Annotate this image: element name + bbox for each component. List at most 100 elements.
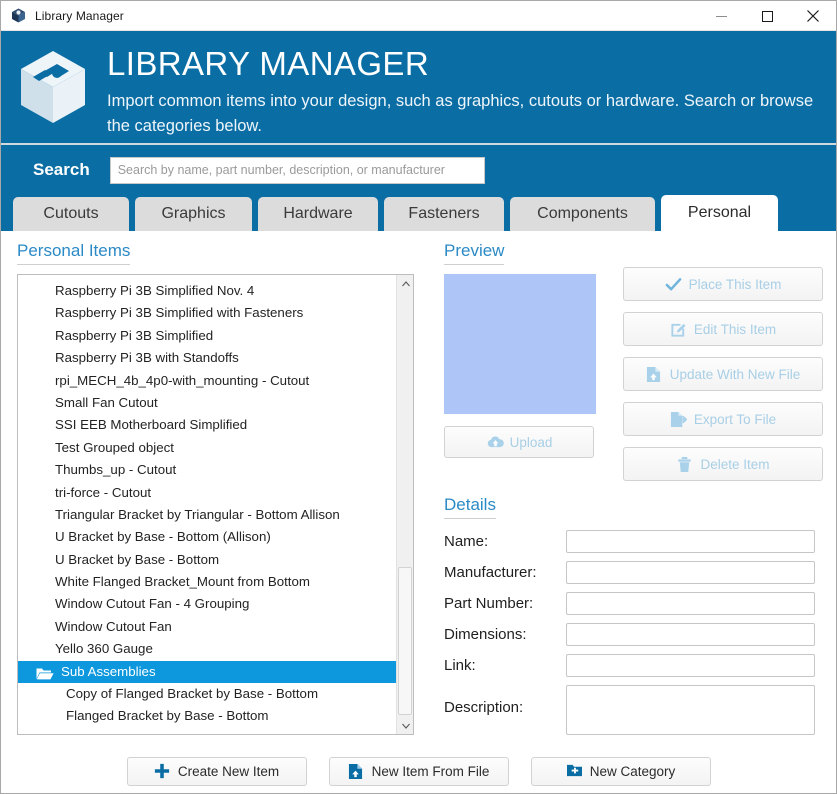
details-field-row: Name: xyxy=(444,530,830,553)
page-subtitle: Import common items into your design, su… xyxy=(107,92,814,135)
list-item[interactable]: Triangular Bracket by Triangular - Botto… xyxy=(18,504,396,526)
personal-items-panel: Personal Items Raspberry Pi 3B Simplifie… xyxy=(17,241,432,735)
details-field-input[interactable] xyxy=(566,530,815,553)
maximize-icon[interactable] xyxy=(744,1,790,31)
upload-button[interactable]: Upload xyxy=(444,426,594,458)
list-item[interactable]: Raspberry Pi 3B Simplified Nov. 4 xyxy=(18,280,396,302)
details-field-input[interactable] xyxy=(566,561,815,584)
list-item[interactable]: Yello 360 Gauge xyxy=(18,638,396,660)
preview-and-actions-row: Preview Upload Place This Item Edit This… xyxy=(444,241,830,481)
scroll-up-arrow-icon[interactable] xyxy=(397,275,413,292)
bottom-action-bar: Create New Item New Item From File New C… xyxy=(1,749,836,793)
list-item[interactable]: rpi_MECH_4b_4p0-with_mounting - Cutout xyxy=(18,370,396,392)
place-this-item-button[interactable]: Place This Item xyxy=(623,267,823,301)
list-item-label: tri-force - Cutout xyxy=(55,484,152,500)
export-to-file-button[interactable]: Export To File xyxy=(623,402,823,436)
details-form: Name: Manufacturer: Part Number: Dimensions… xyxy=(444,530,830,735)
tab-graphics[interactable]: Graphics xyxy=(135,197,252,231)
list-item-label: Thumbs_up - Cutout xyxy=(55,462,177,478)
list-item-label: Raspberry Pi 3B Simplified with Fastener… xyxy=(55,305,304,321)
delete-item-button[interactable]: Delete Item xyxy=(623,447,823,481)
list-item-label: U Bracket by Base - Bottom xyxy=(55,551,220,567)
action-label: Export To File xyxy=(693,411,777,427)
details-field-input[interactable] xyxy=(566,685,815,735)
list-item-folder[interactable]: Sub Assemblies xyxy=(18,660,396,684)
isometric-p-cube-logo xyxy=(17,47,89,127)
search-bar: Search xyxy=(1,143,836,195)
list-item[interactable]: Small Fan Cutout xyxy=(18,392,396,414)
list-item-label: Raspberry Pi 3B Simplified xyxy=(55,327,214,343)
list-item[interactable]: Raspberry Pi 3B with Standoffs xyxy=(18,347,396,369)
check-icon xyxy=(665,276,682,293)
list-item[interactable]: Test Grouped object xyxy=(18,437,396,459)
list-item-label: Window Cutout Fan - 4 Grouping xyxy=(55,596,250,612)
list-item[interactable]: Window Cutout Fan - 4 Grouping xyxy=(18,593,396,615)
details-field-input[interactable] xyxy=(566,592,815,615)
details-field-row: Part Number: xyxy=(444,592,830,615)
list-item[interactable]: Window Cutout Fan xyxy=(18,616,396,638)
search-input[interactable] xyxy=(109,156,485,184)
app-logo-icon xyxy=(10,7,27,24)
tab-cutouts[interactable]: Cutouts xyxy=(13,197,129,231)
window-controls xyxy=(698,1,836,31)
list-item-label: Window Cutout Fan xyxy=(55,618,172,634)
list-item-label: White Flanged Bracket_Mount from Bottom xyxy=(55,574,310,590)
list-item[interactable]: Flanged Bracket by Base - Bottom xyxy=(18,705,396,727)
file-upload-icon xyxy=(348,763,365,780)
trash-icon xyxy=(676,456,693,473)
details-field-label: Part Number: xyxy=(444,595,534,612)
details-field-row: Link: xyxy=(444,654,830,677)
action-label: Edit This Item xyxy=(693,321,777,337)
details-field-label: Link: xyxy=(444,657,476,674)
details-field-input[interactable] xyxy=(566,654,815,677)
details-field-input[interactable] xyxy=(566,623,815,646)
close-icon[interactable] xyxy=(790,1,836,31)
details-field-label: Description: xyxy=(444,699,524,716)
list-item[interactable]: Thumbs_up - Cutout xyxy=(18,459,396,481)
list-item[interactable]: White Flanged Bracket_Mount from Bottom xyxy=(18,571,396,593)
personal-items-list: Raspberry Pi 3B Simplified Nov. 4 Raspber… xyxy=(18,275,396,734)
folder-plus-icon xyxy=(566,763,583,780)
list-item[interactable]: Raspberry Pi 3B Simplified xyxy=(18,325,396,347)
list-item-label: SSI EEB Motherboard Simplified xyxy=(55,417,248,433)
upload-button-label: Upload xyxy=(509,434,553,450)
list-vertical-scrollbar[interactable] xyxy=(396,275,413,734)
tab-label: Hardware xyxy=(283,205,353,222)
preview-panel: Preview Upload xyxy=(444,241,609,481)
scroll-down-arrow-icon[interactable] xyxy=(397,717,413,734)
list-item-label: U Bracket by Base - Bottom (Allison) xyxy=(55,529,271,545)
edit-this-item-button[interactable]: Edit This Item xyxy=(623,312,823,346)
item-action-buttons: Place This Item Edit This Item Update Wi… xyxy=(623,241,823,481)
new-category-button[interactable]: New Category xyxy=(530,756,711,786)
minimize-icon[interactable] xyxy=(698,1,744,31)
file-upload-icon xyxy=(646,366,663,383)
list-item[interactable]: U Bracket by Base - Bottom xyxy=(18,549,396,571)
app-header: LIBRARY MANAGER Import common items into… xyxy=(1,31,836,143)
tab-hardware[interactable]: Hardware xyxy=(258,197,378,231)
list-item-label: Raspberry Pi 3B Simplified Nov. 4 xyxy=(55,283,255,298)
scrollbar-thumb[interactable] xyxy=(398,567,412,715)
list-item[interactable]: U Bracket by Base - Bottom (Allison) xyxy=(18,526,396,548)
create-new-item-button[interactable]: Create New Item xyxy=(126,756,307,786)
new-item-from-file-button[interactable]: New Item From File xyxy=(328,756,509,786)
personal-items-listbox[interactable]: Raspberry Pi 3B Simplified Nov. 4 Raspber… xyxy=(17,274,414,735)
details-field-label: Name: xyxy=(444,533,489,550)
tab-label: Cutouts xyxy=(43,205,99,222)
list-item[interactable]: Raspberry Pi 3B Simplified with Fastener… xyxy=(18,302,396,324)
list-item[interactable]: SSI EEB Motherboard Simplified xyxy=(18,414,396,436)
list-item[interactable]: Copy of Flanged Bracket by Base - Bottom xyxy=(18,683,396,705)
list-item[interactable]: tri-force - Cutout xyxy=(18,482,396,504)
library-manager-window: Library Manager LIBRARY MANAGER Import c… xyxy=(0,0,837,794)
tab-components[interactable]: Components xyxy=(510,197,655,231)
tab-fasteners[interactable]: Fasteners xyxy=(384,197,504,231)
details-heading: Details xyxy=(444,495,496,519)
header-text-block: LIBRARY MANAGER Import common items into… xyxy=(107,45,827,139)
update-with-new-file-button[interactable]: Update With New File xyxy=(623,357,823,391)
category-tabs: Cutouts Graphics Hardware Fasteners Comp… xyxy=(1,195,836,231)
tab-label: Graphics xyxy=(161,205,226,222)
list-item-label: Copy of Flanged Bracket by Base - Bottom xyxy=(66,686,319,702)
tab-label: Personal xyxy=(687,204,752,221)
tab-personal[interactable]: Personal xyxy=(661,195,778,231)
list-item-label: Small Fan Cutout xyxy=(55,394,158,410)
tab-label: Components xyxy=(537,205,628,222)
